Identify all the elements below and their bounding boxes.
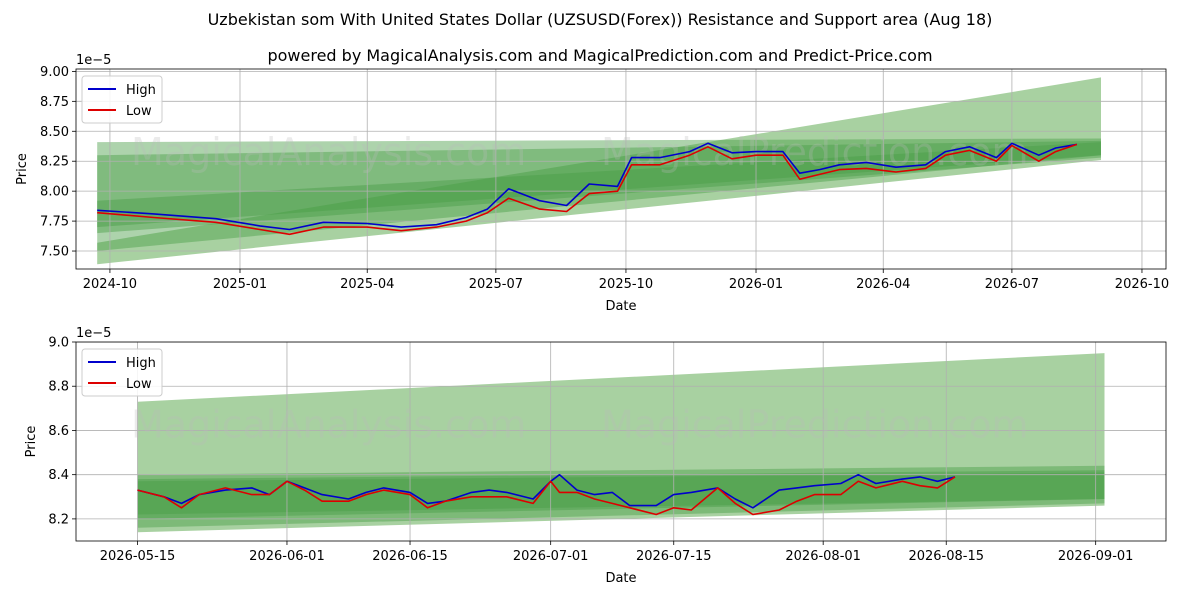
bottom-x-tick-label-6: 2026-08-15	[908, 549, 984, 564]
bottom-x-tick-label-2: 2026-06-15	[372, 549, 448, 564]
bottom-x-tick-label-4: 2026-07-15	[636, 549, 712, 564]
top-x-tick-label-6: 2026-04	[856, 277, 910, 292]
bottom-legend-label-high: High	[126, 356, 156, 371]
bottom-x-tick-label-1: 2026-06-01	[249, 549, 325, 564]
top-x-tick-label-1: 2025-01	[213, 277, 267, 292]
bottom-x-tick-label-5: 2026-08-01	[785, 549, 861, 564]
bottom-y-tick-label-0: 8.2	[48, 512, 69, 527]
top-legend-label-high: High	[126, 83, 156, 98]
bottom-y-tick-label-4: 9.0	[48, 336, 69, 351]
bottom-legend-label-low: Low	[126, 377, 152, 392]
bottom-legend: High Low	[81, 348, 163, 397]
bottom-x-tick-label-0: 2026-05-15	[100, 549, 176, 564]
bottom-y-tick-label-1: 8.4	[48, 468, 69, 483]
top-plot-area: MagicalAnalysis.com MagicalPrediction.com	[76, 69, 1166, 269]
top-y-tick-label-2: 8.00	[40, 185, 69, 200]
chart-top: MagicalAnalysis.com MagicalPrediction.com…	[15, 53, 1169, 586]
top-legend-label-low: Low	[126, 104, 152, 119]
bottom-plot: MagicalAnalysis.com MagicalPrediction.com…	[24, 326, 1167, 586]
bottom-watermark-2: MagicalPrediction.com	[601, 403, 1029, 447]
bottom-x-tick-label-3: 2026-07-01	[513, 549, 589, 564]
top-x-tick-label-5: 2026-01	[729, 277, 783, 292]
top-offset-label: 1e−5	[76, 53, 111, 68]
bottom-offset-label: 1e−5	[76, 326, 111, 341]
top-y-tick-label-0: 7.50	[40, 245, 69, 260]
top-watermark-1: MagicalAnalysis.com	[131, 130, 526, 174]
top-x-tick-label-4: 2025-10	[599, 277, 653, 292]
top-x-tick-label-3: 2025-07	[469, 277, 523, 292]
top-plot: MagicalAnalysis.com MagicalPrediction.com…	[15, 53, 1169, 314]
top-x-tick-label-7: 2026-07	[985, 277, 1039, 292]
top-x-tick-label-2: 2025-04	[340, 277, 394, 292]
bottom-y-tick-label-3: 8.8	[48, 380, 69, 395]
bottom-x-tick-label-7: 2026-09-01	[1058, 549, 1134, 564]
top-x-tick-label-8: 2026-10	[1115, 277, 1169, 292]
top-y-tick-label-6: 9.00	[40, 65, 69, 80]
top-y-tick-label-3: 8.25	[40, 155, 69, 170]
top-y-tick-label-1: 7.75	[40, 215, 69, 230]
bottom-y-axis-label: Price	[24, 426, 39, 458]
top-y-tick-label-4: 8.50	[40, 125, 69, 140]
bottom-plot-area: MagicalAnalysis.com MagicalPrediction.com	[76, 342, 1166, 541]
top-legend: High Low	[81, 75, 163, 124]
top-x-axis-label: Date	[605, 299, 636, 314]
top-x-tick-label-0: 2024-10	[83, 277, 137, 292]
top-y-tick-label-5: 8.75	[40, 95, 69, 110]
bottom-x-axis-label: Date	[605, 571, 636, 586]
bottom-watermark-1: MagicalAnalysis.com	[131, 403, 526, 447]
top-y-axis-label: Price	[15, 153, 30, 185]
bottom-y-tick-label-2: 8.6	[48, 424, 69, 439]
